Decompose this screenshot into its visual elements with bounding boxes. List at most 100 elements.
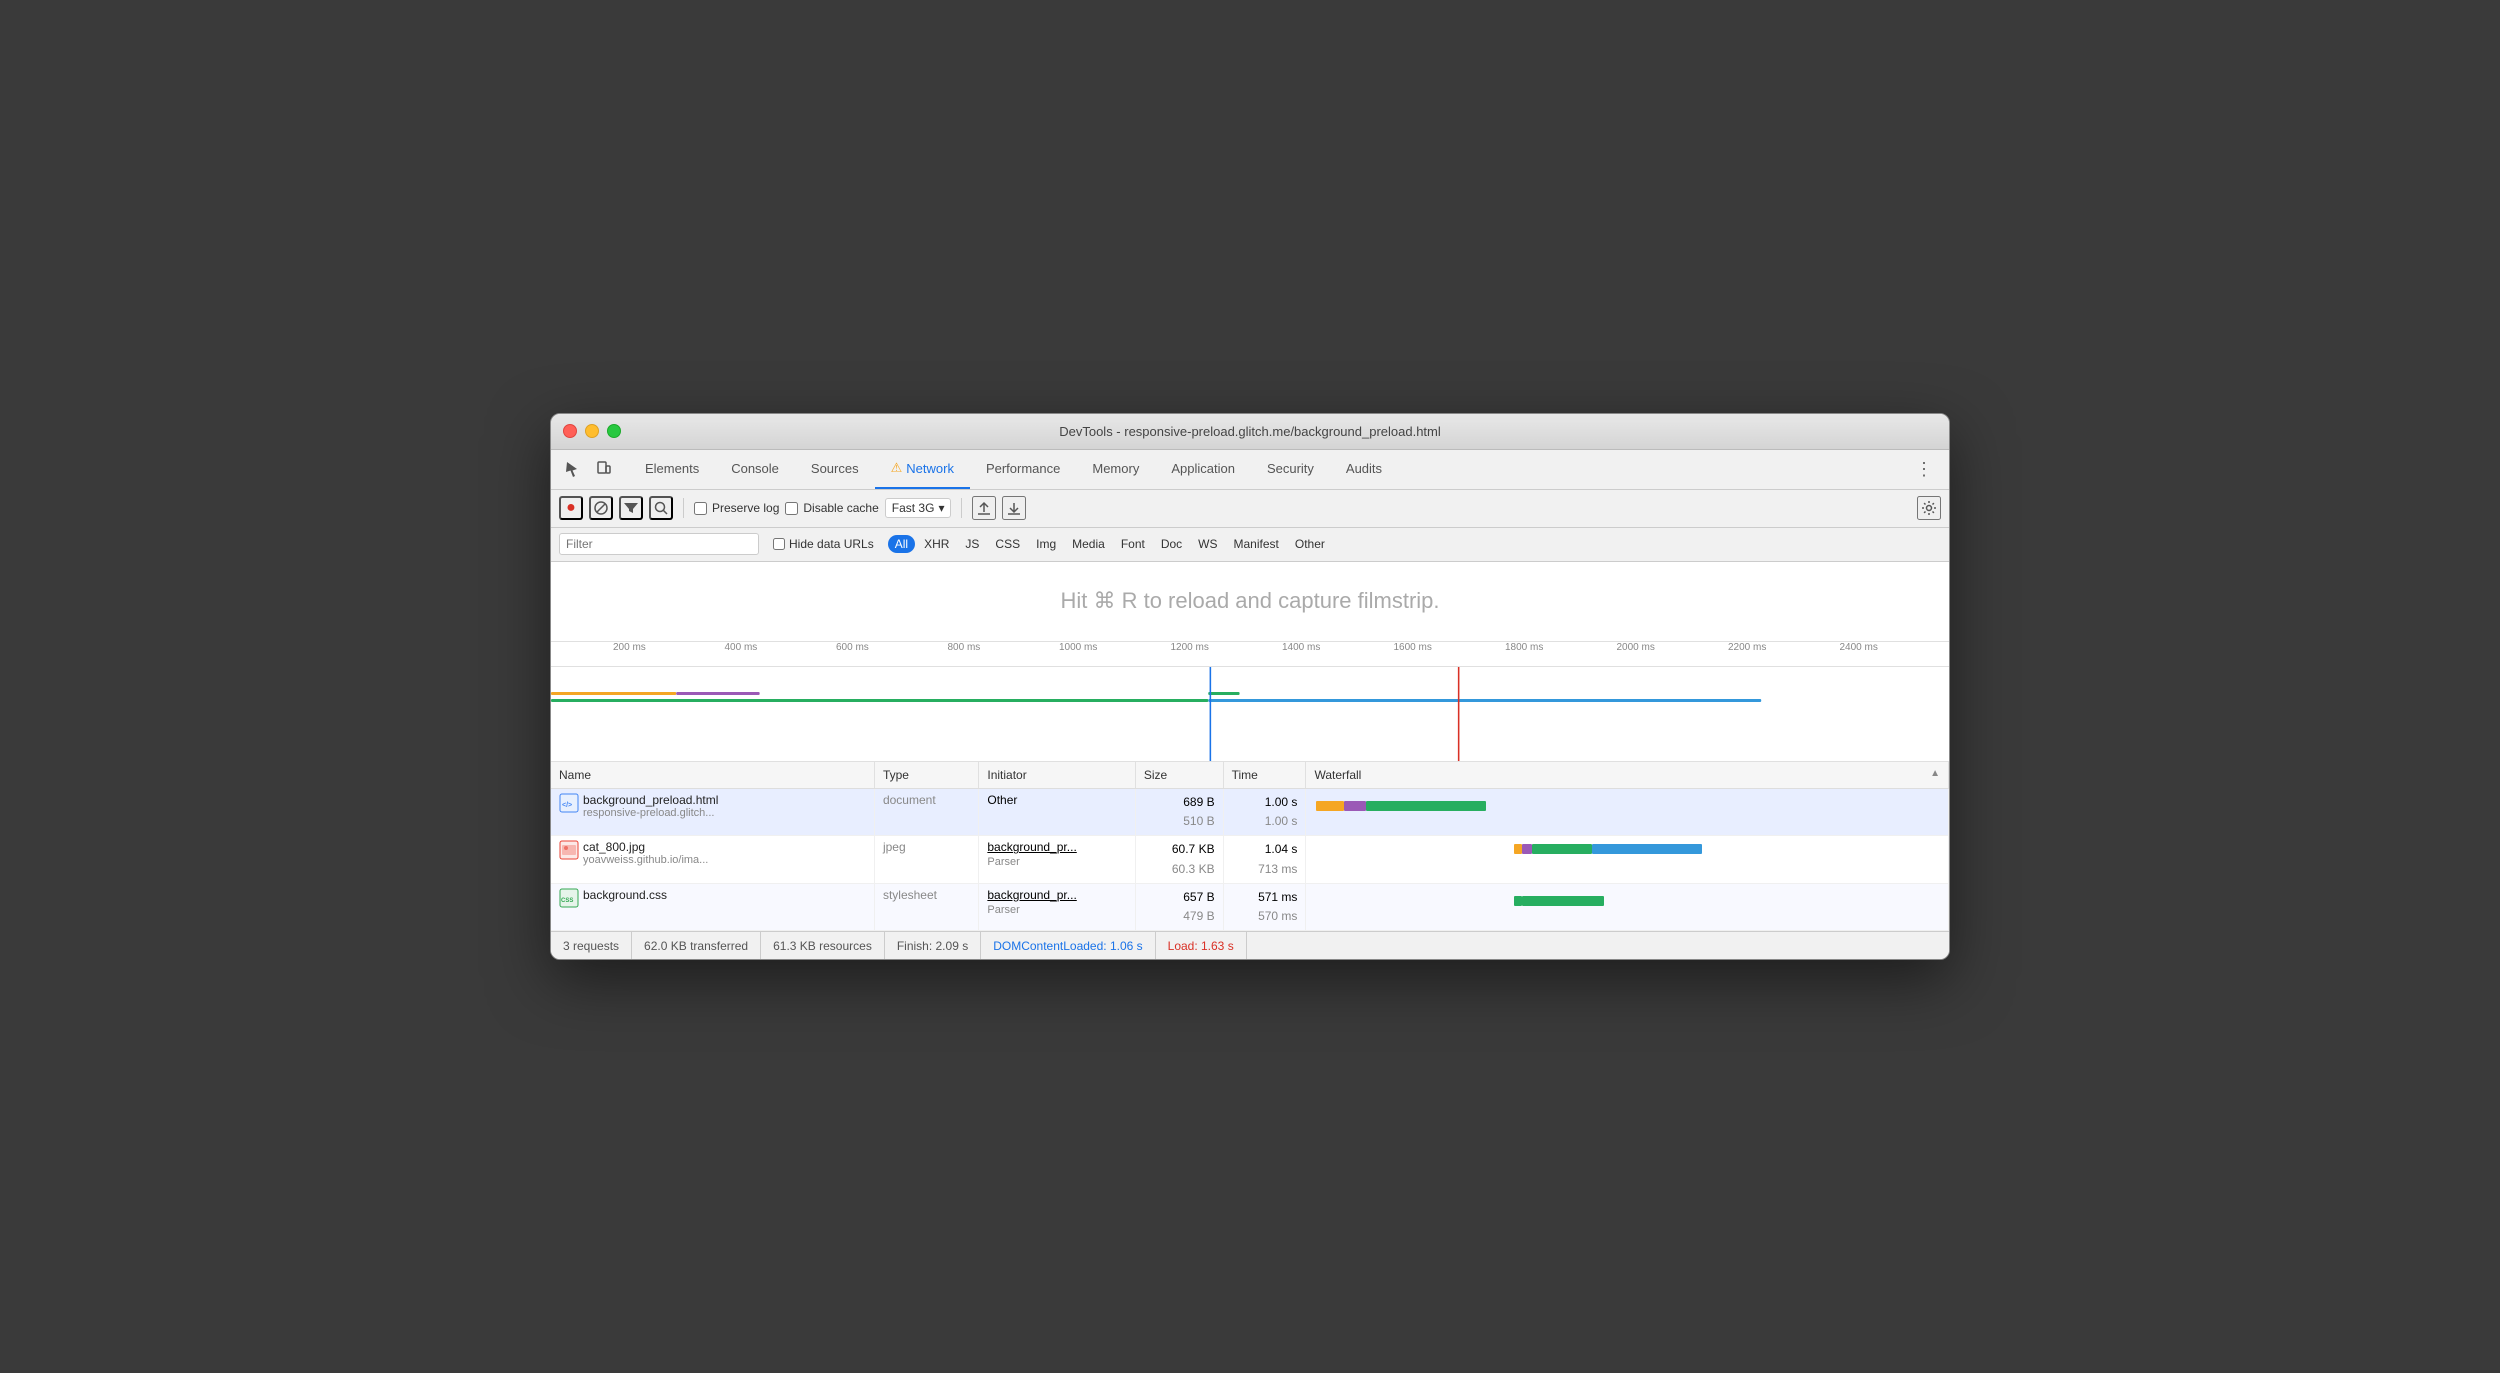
th-type[interactable]: Type xyxy=(874,762,978,789)
type-cell-1: document xyxy=(874,788,978,835)
divider-1 xyxy=(683,498,684,518)
filter-input[interactable] xyxy=(559,533,759,555)
size-cell-2: 60.7 KB 60.3 KB xyxy=(1135,836,1223,883)
svg-text:</>: </> xyxy=(562,802,572,809)
status-bar: 3 requests 62.0 KB transferred 61.3 KB r… xyxy=(551,931,1949,959)
name-cell-3[interactable]: CSS background.css xyxy=(551,883,874,930)
th-initiator[interactable]: Initiator xyxy=(979,762,1135,789)
window-title: DevTools - responsive-preload.glitch.me/… xyxy=(1059,424,1441,439)
type-btn-img[interactable]: Img xyxy=(1029,535,1063,553)
type-cell-2: jpeg xyxy=(874,836,978,883)
type-btn-other[interactable]: Other xyxy=(1288,535,1332,553)
throttle-select[interactable]: Fast 3G ▾ xyxy=(885,498,952,518)
tab-memory[interactable]: Memory xyxy=(1076,449,1155,489)
preserve-log-checkbox[interactable] xyxy=(694,502,707,515)
th-time[interactable]: Time xyxy=(1223,762,1306,789)
timeline-bars xyxy=(551,667,1949,762)
time-cell-1: 1.00 s 1.00 s xyxy=(1223,788,1306,835)
traffic-lights xyxy=(563,424,621,438)
hide-data-urls-label[interactable]: Hide data URLs xyxy=(767,535,880,553)
svg-text:CSS: CSS xyxy=(561,898,573,904)
th-name[interactable]: Name xyxy=(551,762,874,789)
size-cell-1: 689 B 510 B xyxy=(1135,788,1223,835)
filter-bar: Hide data URLs All XHR JS CSS Img Media … xyxy=(551,528,1949,562)
type-btn-font[interactable]: Font xyxy=(1114,535,1152,553)
type-btn-ws[interactable]: WS xyxy=(1191,535,1224,553)
name-cell-2[interactable]: cat_800.jpg yoavweiss.github.io/ima... xyxy=(551,836,874,883)
status-resources: 61.3 KB resources xyxy=(761,932,885,959)
clear-button[interactable] xyxy=(589,496,613,520)
filmstrip-hint: Hit ⌘ R to reload and capture filmstrip. xyxy=(1060,588,1439,614)
warning-icon: ⚠ xyxy=(891,460,903,476)
network-table-container: Name Type Initiator Size Time Waterfall … xyxy=(551,762,1949,931)
type-btn-media[interactable]: Media xyxy=(1065,535,1112,553)
tab-performance[interactable]: Performance xyxy=(970,449,1076,489)
ruler-mark-800: 800 ms xyxy=(946,642,1058,653)
jpg-file-icon xyxy=(559,840,579,860)
minimize-button[interactable] xyxy=(585,424,599,438)
toolbar: ● Preserve log Disable cache Fast 3G ▾ xyxy=(551,490,1949,528)
settings-button[interactable] xyxy=(1917,496,1941,520)
status-requests: 3 requests xyxy=(563,932,632,959)
preserve-log-label[interactable]: Preserve log xyxy=(694,501,779,515)
initiator-cell-2: background_pr... Parser xyxy=(979,836,1135,883)
search-icon[interactable] xyxy=(649,496,673,520)
disable-cache-checkbox[interactable] xyxy=(785,502,798,515)
download-button[interactable] xyxy=(1002,496,1026,520)
maximize-button[interactable] xyxy=(607,424,621,438)
tab-audits[interactable]: Audits xyxy=(1330,449,1398,489)
cursor-icon[interactable] xyxy=(559,456,585,482)
tab-security[interactable]: Security xyxy=(1251,449,1330,489)
status-finish: Finish: 2.09 s xyxy=(885,932,981,959)
upload-button[interactable] xyxy=(972,496,996,520)
close-button[interactable] xyxy=(563,424,577,438)
time-cell-2: 1.04 s 713 ms xyxy=(1223,836,1306,883)
devtools-body: Elements Console Sources ⚠ Network Perfo… xyxy=(551,450,1949,959)
tab-network[interactable]: ⚠ Network xyxy=(875,449,970,489)
filter-icon[interactable] xyxy=(619,496,643,520)
hide-data-urls-checkbox[interactable] xyxy=(773,538,785,550)
th-waterfall[interactable]: Waterfall ▲ xyxy=(1306,762,1949,789)
record-button[interactable]: ● xyxy=(559,496,583,520)
devtools-window: DevTools - responsive-preload.glitch.me/… xyxy=(550,413,1950,960)
th-size[interactable]: Size xyxy=(1135,762,1223,789)
ruler-mark-1000: 1000 ms xyxy=(1057,642,1169,653)
tab-bar: Elements Console Sources ⚠ Network Perfo… xyxy=(551,450,1949,490)
table-row: CSS background.css stylesheet xyxy=(551,883,1949,930)
tab-sources[interactable]: Sources xyxy=(795,449,875,489)
type-filter: All XHR JS CSS Img Media Font Doc WS Man… xyxy=(888,535,1332,553)
more-tabs-icon[interactable]: ⋮ xyxy=(1907,459,1941,480)
title-bar: DevTools - responsive-preload.glitch.me/… xyxy=(551,414,1949,450)
tab-bar-icons xyxy=(559,456,617,482)
tabs: Elements Console Sources ⚠ Network Perfo… xyxy=(629,449,1907,489)
ruler-mark-1400: 1400 ms xyxy=(1280,642,1392,653)
time-cell-3: 571 ms 570 ms xyxy=(1223,883,1306,930)
type-btn-js[interactable]: JS xyxy=(958,535,986,553)
disable-cache-label[interactable]: Disable cache xyxy=(785,501,878,515)
ruler-mark-400: 400 ms xyxy=(723,642,835,653)
table-row: cat_800.jpg yoavweiss.github.io/ima... j… xyxy=(551,836,1949,883)
initiator-cell-3: background_pr... Parser xyxy=(979,883,1135,930)
name-cell-1[interactable]: </> background_preload.html responsive-p… xyxy=(551,788,874,835)
chevron-down-icon: ▾ xyxy=(938,501,944,515)
tab-console[interactable]: Console xyxy=(715,449,795,489)
type-btn-doc[interactable]: Doc xyxy=(1154,535,1189,553)
initiator-cell-1: Other xyxy=(979,788,1135,835)
tab-elements[interactable]: Elements xyxy=(629,449,715,489)
ruler-mark-2000: 2000 ms xyxy=(1615,642,1727,653)
type-btn-all[interactable]: All xyxy=(888,535,915,553)
tab-application[interactable]: Application xyxy=(1155,449,1251,489)
status-load: Load: 1.63 s xyxy=(1156,932,1247,959)
timeline-ruler: 200 ms 400 ms 600 ms 800 ms 1000 ms 1200… xyxy=(551,642,1949,667)
type-btn-xhr[interactable]: XHR xyxy=(917,535,956,553)
type-btn-css[interactable]: CSS xyxy=(988,535,1027,553)
device-icon[interactable] xyxy=(591,456,617,482)
ruler-mark-1800: 1800 ms xyxy=(1503,642,1615,653)
ruler-mark-200: 200 ms xyxy=(611,642,723,653)
sort-icon: ▲ xyxy=(1930,768,1940,779)
ruler-mark-2200: 2200 ms xyxy=(1726,642,1838,653)
waterfall-cell-1 xyxy=(1306,788,1949,835)
type-btn-manifest[interactable]: Manifest xyxy=(1227,535,1286,553)
ruler-mark-600: 600 ms xyxy=(834,642,946,653)
timeline-area: 200 ms 400 ms 600 ms 800 ms 1000 ms 1200… xyxy=(551,642,1949,762)
